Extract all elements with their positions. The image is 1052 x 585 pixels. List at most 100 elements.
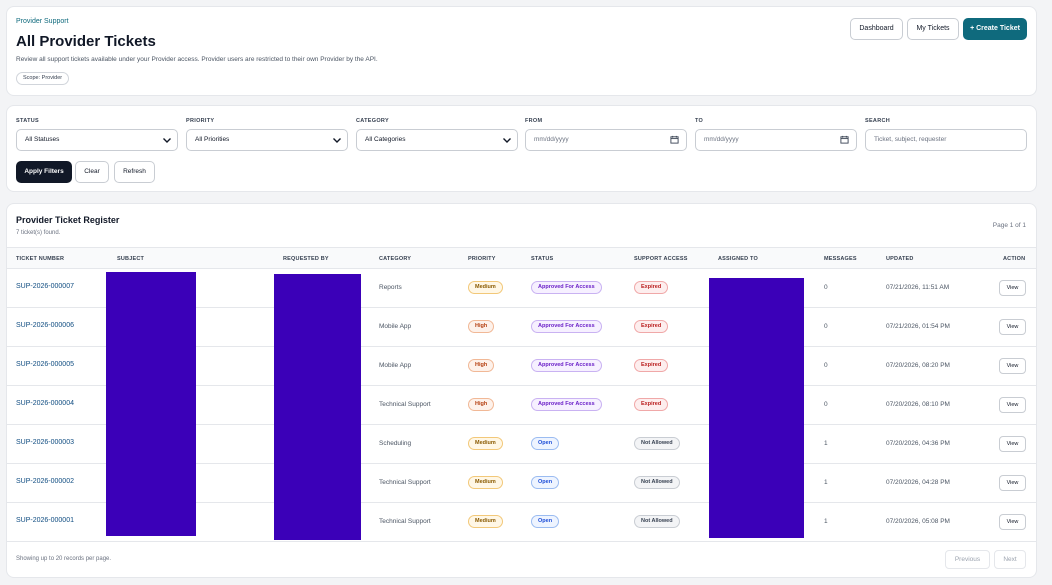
updated-timestamp: 07/20/2026, 04:28 PM <box>886 479 950 486</box>
updated-timestamp: 07/21/2026, 01:54 PM <box>886 323 950 330</box>
priority-badge: High <box>468 320 495 333</box>
from-date-placeholder: mm/dd/yyyy <box>534 136 569 143</box>
view-ticket-button[interactable]: View <box>999 280 1026 296</box>
ticket-count: 7 ticket(s) found. <box>16 230 61 236</box>
ticket-number-link[interactable]: SUP-2026-000003 <box>16 439 74 446</box>
priority-badge: High <box>468 398 495 411</box>
col-status: STATUS <box>531 256 554 262</box>
priority-badge: Medium <box>468 437 503 450</box>
updated-timestamp: 07/21/2026, 11:51 AM <box>886 284 950 291</box>
ticket-category: Mobile App <box>379 323 412 330</box>
updated-timestamp: 07/20/2026, 08:20 PM <box>886 362 950 369</box>
category-select[interactable]: All Categories <box>356 129 518 151</box>
table-header: TICKET NUMBER SUBJECT REQUESTED BY CATEG… <box>7 247 1036 269</box>
ticket-category: Technical Support <box>379 401 431 408</box>
from-date-input[interactable]: mm/dd/yyyy <box>525 129 687 151</box>
ticket-category: Reports <box>379 284 402 291</box>
refresh-button[interactable]: Refresh <box>114 161 155 183</box>
status-badge: Open <box>531 437 560 450</box>
status-select[interactable]: All Statuses <box>16 129 178 151</box>
ticket-number-link[interactable]: SUP-2026-000004 <box>16 400 74 407</box>
col-assigned-to: ASSIGNED TO <box>718 256 758 262</box>
scope-badge: Scope: Provider <box>16 72 70 85</box>
ticket-category: Technical Support <box>379 518 431 525</box>
to-date-input[interactable]: mm/dd/yyyy <box>695 129 857 151</box>
ticket-number-link[interactable]: SUP-2026-000005 <box>16 361 74 368</box>
message-count: 1 <box>824 440 828 447</box>
chevron-down-icon <box>163 138 171 143</box>
message-count: 1 <box>824 479 828 486</box>
ticket-number-link[interactable]: SUP-2026-000007 <box>16 283 74 290</box>
priority-select[interactable]: All Priorities <box>186 129 348 151</box>
search-placeholder: Ticket, subject, requester <box>874 136 947 143</box>
ticket-number-link[interactable]: SUP-2026-000001 <box>16 517 74 524</box>
calendar-icon[interactable] <box>840 135 849 144</box>
chevron-down-icon <box>333 138 341 143</box>
page-description: Review all support tickets available und… <box>16 56 378 63</box>
view-ticket-button[interactable]: View <box>999 475 1026 491</box>
ticket-number-link[interactable]: SUP-2026-000006 <box>16 322 74 329</box>
header-card: Provider Support All Provider Tickets Re… <box>6 6 1037 96</box>
redacted-requester-column <box>274 274 361 540</box>
support-access-badge: Expired <box>634 398 669 411</box>
priority-badge: Medium <box>468 515 503 528</box>
dashboard-button[interactable]: Dashboard <box>850 18 903 40</box>
status-badge: Approved For Access <box>531 281 602 294</box>
view-ticket-button[interactable]: View <box>999 319 1026 335</box>
view-ticket-button[interactable]: View <box>999 358 1026 374</box>
records-per-page-note: Showing up to 20 records per page. <box>16 556 112 562</box>
message-count: 1 <box>824 518 828 525</box>
ticket-number-link[interactable]: SUP-2026-000002 <box>16 478 74 485</box>
updated-timestamp: 07/20/2026, 04:36 PM <box>886 440 950 447</box>
view-ticket-button[interactable]: View <box>999 397 1026 413</box>
support-access-badge: Not Allowed <box>634 515 680 528</box>
status-filter-label: STATUS <box>16 118 39 124</box>
page-title: All Provider Tickets <box>16 33 156 50</box>
status-badge: Approved For Access <box>531 320 602 333</box>
page-indicator: Page 1 of 1 <box>992 222 1026 229</box>
status-select-value: All Statuses <box>25 136 60 143</box>
col-messages: MESSAGES <box>824 256 857 262</box>
to-date-placeholder: mm/dd/yyyy <box>704 136 739 143</box>
calendar-icon[interactable] <box>670 135 679 144</box>
status-badge: Open <box>531 476 560 489</box>
status-badge: Open <box>531 515 560 528</box>
priority-badge: Medium <box>468 281 503 294</box>
col-category: CATEGORY <box>379 256 412 262</box>
from-filter-label: FROM <box>525 118 543 124</box>
support-access-badge: Expired <box>634 281 669 294</box>
col-subject: SUBJECT <box>117 256 145 262</box>
category-filter-label: CATEGORY <box>356 118 389 124</box>
view-ticket-button[interactable]: View <box>999 514 1026 530</box>
ticket-category: Technical Support <box>379 479 431 486</box>
col-priority: PRIORITY <box>468 256 496 262</box>
priority-badge: High <box>468 359 495 372</box>
message-count: 0 <box>824 362 828 369</box>
apply-filters-button[interactable]: Apply Filters <box>16 161 72 183</box>
view-ticket-button[interactable]: View <box>999 436 1026 452</box>
ticket-category: Mobile App <box>379 362 412 369</box>
col-requested-by: REQUESTED BY <box>283 256 329 262</box>
next-page-button[interactable]: Next <box>994 550 1026 569</box>
message-count: 0 <box>824 323 828 330</box>
message-count: 0 <box>824 284 828 291</box>
my-tickets-button[interactable]: My Tickets <box>907 18 959 40</box>
previous-page-button[interactable]: Previous <box>945 550 990 569</box>
clear-button[interactable]: Clear <box>75 161 109 183</box>
search-filter-label: SEARCH <box>865 118 891 124</box>
col-updated: UPDATED <box>886 256 914 262</box>
status-badge: Approved For Access <box>531 359 602 372</box>
status-badge: Approved For Access <box>531 398 602 411</box>
support-access-badge: Expired <box>634 320 669 333</box>
updated-timestamp: 07/20/2026, 08:10 PM <box>886 401 950 408</box>
redacted-assignee-column <box>709 278 804 538</box>
search-input[interactable]: Ticket, subject, requester <box>865 129 1027 151</box>
filter-card: STATUS All Statuses PRIORITY All Priorit… <box>6 105 1037 192</box>
priority-badge: Medium <box>468 476 503 489</box>
col-support-access: SUPPORT ACCESS <box>634 256 688 262</box>
priority-select-value: All Priorities <box>195 136 230 143</box>
col-action: ACTION <box>1003 256 1026 262</box>
message-count: 0 <box>824 401 828 408</box>
create-ticket-button[interactable]: + Create Ticket <box>963 18 1027 40</box>
support-access-badge: Expired <box>634 359 669 372</box>
